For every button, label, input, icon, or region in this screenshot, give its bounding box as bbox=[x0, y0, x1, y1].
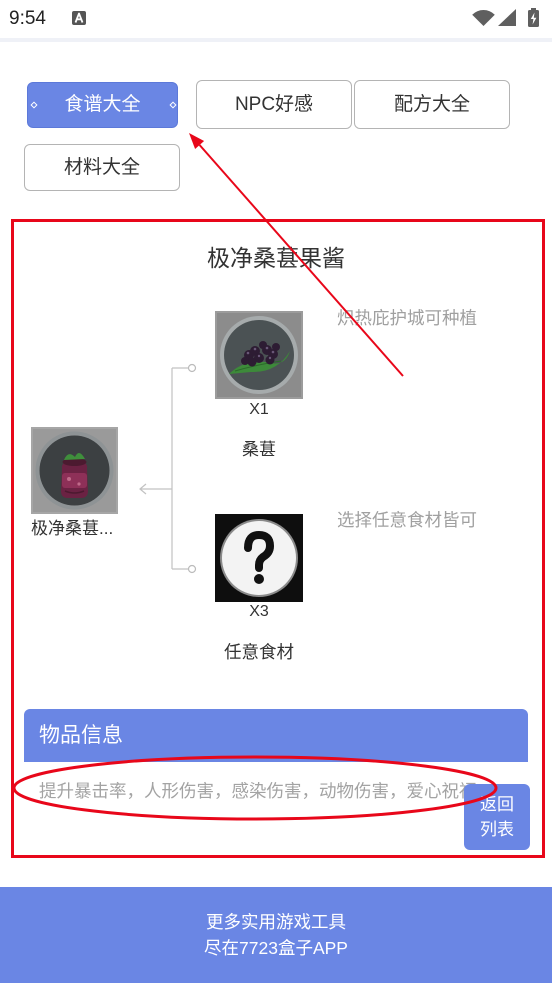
ingredient-name: 任意食材 bbox=[224, 642, 294, 662]
arrow-left-icon bbox=[139, 483, 172, 495]
ingredient-note: 选择任意食材皆可 bbox=[337, 510, 477, 530]
text-a-icon bbox=[72, 11, 86, 25]
footer-line-1: 更多实用游戏工具 bbox=[206, 912, 346, 932]
tab-decoration-dot bbox=[30, 101, 38, 109]
item-info-title: 物品信息 bbox=[39, 724, 123, 747]
status-icons bbox=[472, 8, 539, 27]
mulberry-icon[interactable] bbox=[215, 311, 303, 399]
signal-icon bbox=[498, 9, 516, 26]
tab-label: NPC好感 bbox=[234, 93, 314, 115]
ingredient-quantity: X3 bbox=[249, 603, 269, 620]
jam-jar-icon[interactable] bbox=[31, 427, 118, 514]
tab-formulas[interactable]: 配方大全 bbox=[354, 80, 510, 129]
question-mark-icon[interactable] bbox=[215, 514, 303, 602]
tab-label: 食谱大全 bbox=[64, 94, 141, 115]
wifi-icon bbox=[472, 10, 495, 26]
tab-npc-affinity[interactable]: NPC好感 bbox=[196, 80, 352, 129]
recipe-connector-lines bbox=[139, 363, 197, 574]
ingredient-quantity: X1 bbox=[249, 401, 269, 418]
tab-recipes[interactable]: 食谱大全 bbox=[27, 82, 178, 128]
item-info-header: 物品信息 bbox=[24, 709, 528, 762]
ingredient-note: 炽热庇护城可种植 bbox=[337, 308, 477, 328]
tab-materials[interactable]: 材料大全 bbox=[24, 144, 180, 191]
item-effects-text: 提升暴击率，人形伤害，感染伤害，动物伤害，爱心祝福 bbox=[39, 781, 477, 801]
footer-banner[interactable]: 更多实用游戏工具 尽在7723盒子APP bbox=[0, 887, 552, 983]
battery-charging-icon bbox=[528, 8, 539, 27]
back-to-list-button[interactable]: 返回列表 bbox=[464, 784, 530, 850]
back-to-list-label: 返回列表 bbox=[479, 795, 514, 839]
product-name: 极净桑葚... bbox=[31, 519, 114, 538]
tab-label: 配方大全 bbox=[393, 93, 470, 115]
status-bar: 9:54 bbox=[0, 0, 552, 42]
tab-label: 材料大全 bbox=[63, 156, 140, 178]
footer-line-2: 尽在7723盒子APP bbox=[204, 938, 348, 958]
status-time: 9:54 bbox=[9, 8, 46, 29]
ingredient-name: 桑葚 bbox=[242, 440, 276, 459]
tab-decoration-dot bbox=[169, 101, 177, 109]
recipe-title: 极净桑葚果酱 bbox=[207, 245, 345, 271]
